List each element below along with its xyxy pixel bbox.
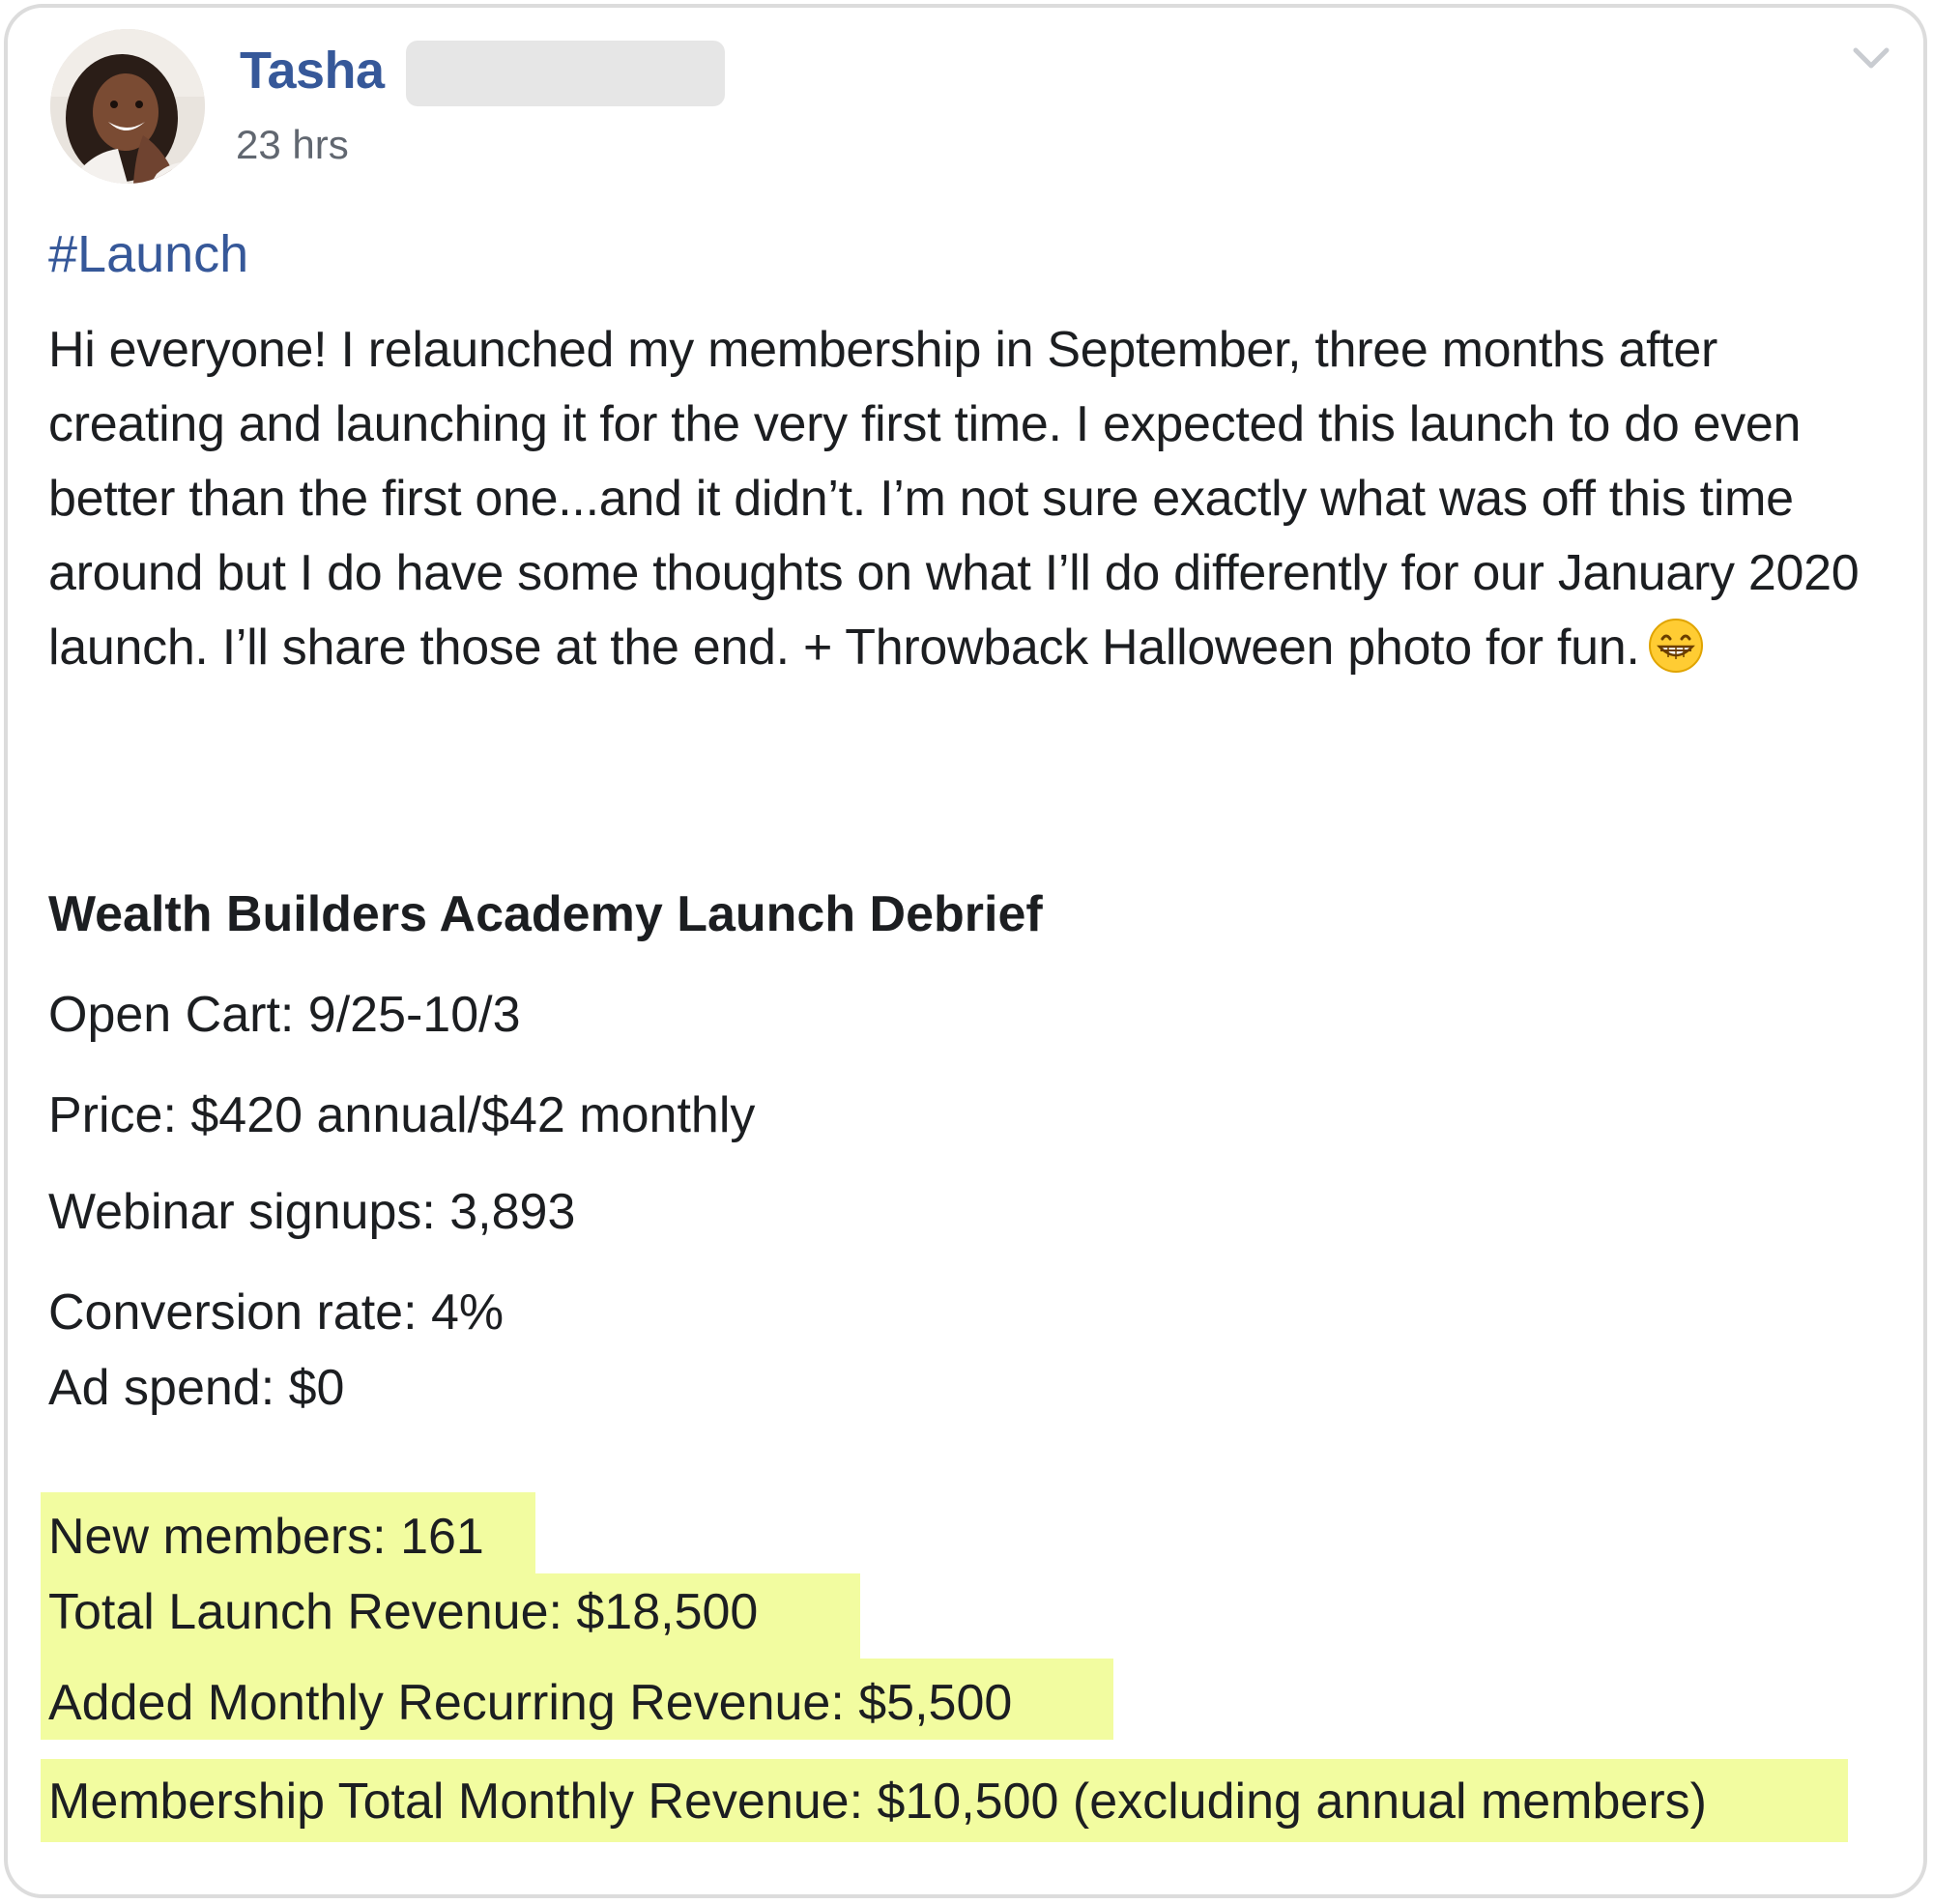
- post-body: Hi everyone! I relaunched my membership …: [48, 313, 1904, 685]
- post-body-text: Hi everyone! I relaunched my membership …: [48, 322, 1860, 676]
- post-options-button[interactable]: [1848, 39, 1894, 77]
- price-line: Price: $420 annual/$42 monthly: [48, 1087, 756, 1143]
- hashtag-link[interactable]: #Launch: [48, 224, 248, 284]
- author-avatar[interactable]: [50, 29, 205, 184]
- grinning-emoji-icon: [1648, 618, 1704, 674]
- chevron-down-icon: [1853, 47, 1890, 69]
- conversion-rate-line: Conversion rate: 4%: [48, 1284, 505, 1341]
- total-launch-revenue-line: Total Launch Revenue: $18,500: [48, 1584, 759, 1640]
- avatar-image: [50, 29, 205, 184]
- ad-spend-line: Ad spend: $0: [48, 1360, 345, 1416]
- redacted-surname: [406, 41, 725, 106]
- webinar-signups-line: Webinar signups: 3,893: [48, 1184, 576, 1240]
- new-members-line: New members: 161: [48, 1509, 484, 1565]
- open-cart-line: Open Cart: 9/25-10/3: [48, 987, 521, 1043]
- debrief-title: Wealth Builders Academy Launch Debrief: [48, 886, 1043, 942]
- author-name-link[interactable]: Tasha: [240, 42, 385, 100]
- post-card: Tasha 23 hrs #Launch Hi everyone! I rela…: [4, 4, 1927, 1898]
- membership-total-monthly-line: Membership Total Monthly Revenue: $10,50…: [48, 1774, 1707, 1830]
- added-mrr-line: Added Monthly Recurring Revenue: $5,500: [48, 1675, 1013, 1731]
- author-name: Tasha: [240, 41, 385, 101]
- post-timestamp[interactable]: 23 hrs: [236, 122, 349, 168]
